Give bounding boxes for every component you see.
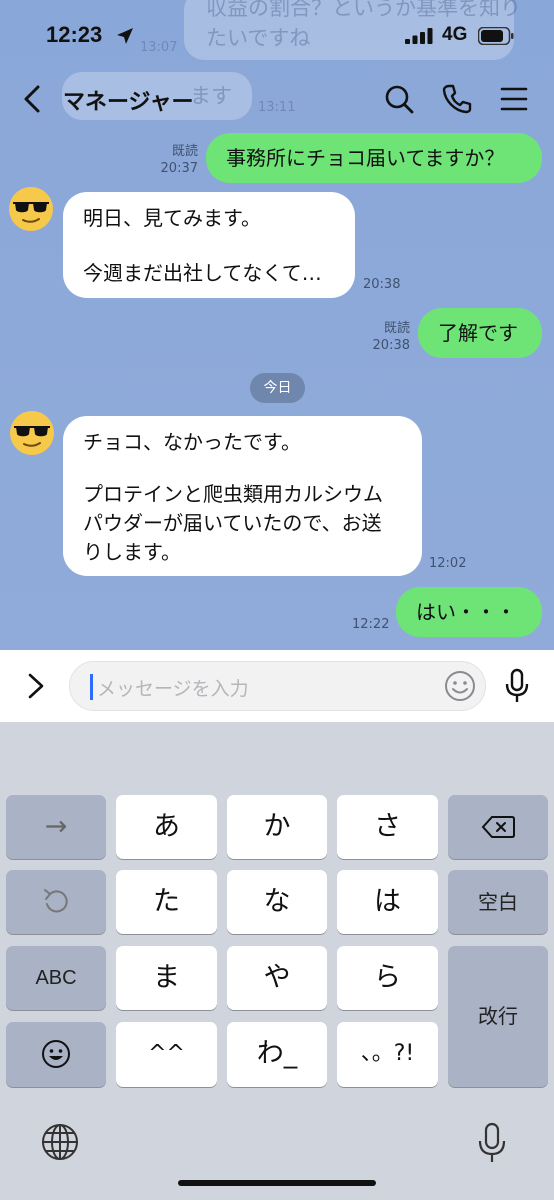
- key-a[interactable]: あ: [116, 795, 217, 859]
- key-backspace[interactable]: [448, 795, 548, 859]
- message-time: 20:37: [160, 161, 198, 176]
- message-meta: 既読 20:38: [362, 320, 410, 354]
- read-receipt: 既読: [383, 321, 410, 336]
- key-sa[interactable]: さ: [337, 795, 438, 859]
- read-receipt: 既読: [171, 144, 198, 159]
- key-undo[interactable]: [6, 870, 106, 934]
- chat-title[interactable]: マネージャー: [63, 84, 193, 116]
- location-arrow-icon: [117, 28, 133, 44]
- back-icon[interactable]: [20, 84, 44, 114]
- sunglasses-emoji-icon[interactable]: [9, 410, 55, 456]
- message-bubble-sent[interactable]: 了解です: [418, 308, 542, 358]
- message-bubble-received[interactable]: チョコ、なかったです。 プロテインと爬虫類用カルシウム パウダーが届いていたので…: [63, 416, 422, 576]
- undo-icon: [44, 889, 68, 913]
- message-meta: 既読 20:37: [150, 143, 198, 177]
- emoji-icon[interactable]: [444, 670, 476, 702]
- key-ya[interactable]: や: [227, 946, 327, 1010]
- status-bar: 12:23 4G: [0, 0, 554, 70]
- chat-header: マネージャー: [0, 72, 554, 126]
- status-time: 12:23: [46, 22, 103, 47]
- battery-icon: [478, 27, 514, 45]
- mic-icon[interactable]: [504, 668, 530, 704]
- message-bubble-sent[interactable]: 事務所にチョコ届いてますか？: [206, 133, 542, 183]
- message-text-line: パウダーが届いていたので、お送: [83, 511, 382, 535]
- key-ha[interactable]: は: [337, 870, 438, 934]
- key-na[interactable]: な: [227, 870, 327, 934]
- emoji-key-icon: [42, 1040, 70, 1068]
- signal-icon: [405, 28, 433, 44]
- key-space[interactable]: 空白: [448, 870, 548, 934]
- message-text: 事務所にチョコ届いてますか？: [226, 146, 505, 170]
- message-time: 20:38: [363, 277, 401, 292]
- key-ka[interactable]: か: [227, 795, 327, 859]
- home-indicator: [178, 1180, 376, 1186]
- message-bubble-received[interactable]: 明日、見てみます。 今週まだ出社してなくて…: [63, 192, 355, 298]
- key-punctuation[interactable]: 、。?!: [337, 1022, 438, 1087]
- key-wa[interactable]: わ_: [227, 1022, 327, 1087]
- key-arrow[interactable]: →: [6, 795, 106, 859]
- keyboard: → あ か さ た な は 空白 ABC ま や ら 改行 ^^ わ_ 、。?!: [0, 722, 554, 1200]
- message-time: 12:22: [352, 617, 390, 632]
- key-abc[interactable]: ABC: [6, 946, 106, 1010]
- key-emoji[interactable]: [6, 1022, 106, 1087]
- message-text-line: 明日、見てみます。: [83, 206, 261, 230]
- message-text-line: プロテインと爬虫類用カルシウム: [83, 482, 383, 506]
- message-text-line: りします。: [83, 540, 181, 564]
- date-divider: 今日: [250, 373, 305, 403]
- message-text: はい・・・: [416, 600, 516, 624]
- dictation-mic-icon[interactable]: [476, 1122, 508, 1164]
- search-icon[interactable]: [384, 84, 414, 114]
- expand-icon[interactable]: [26, 672, 46, 700]
- phone-icon[interactable]: [442, 84, 472, 114]
- network-label: 4G: [442, 24, 468, 45]
- backspace-icon: [481, 816, 515, 838]
- chat-area: 収益の割合？というか基準を知り たいですね 13:07 ます 13:11 12:…: [0, 0, 554, 650]
- message-input-placeholder: メッセージを入力: [97, 678, 249, 700]
- key-ta[interactable]: た: [116, 870, 217, 934]
- message-bubble-sent[interactable]: はい・・・: [396, 587, 542, 637]
- message-input[interactable]: メッセージを入力: [69, 661, 486, 711]
- message-text-line: チョコ、なかったです。: [83, 430, 301, 454]
- message-time: 12:02: [429, 556, 467, 571]
- message-time: 20:38: [372, 338, 410, 353]
- message-text: 了解です: [438, 321, 518, 345]
- key-ra[interactable]: ら: [337, 946, 438, 1010]
- key-ma[interactable]: ま: [116, 946, 217, 1010]
- globe-icon[interactable]: [40, 1122, 80, 1162]
- message-text-line: 今週まだ出社してなくて…: [83, 261, 322, 285]
- sunglasses-emoji-icon[interactable]: [8, 186, 54, 232]
- menu-icon[interactable]: [500, 86, 528, 112]
- message-input-bar: メッセージを入力: [0, 650, 554, 722]
- key-return[interactable]: 改行: [448, 946, 548, 1087]
- key-kaomoji[interactable]: ^^: [116, 1022, 217, 1087]
- text-caret: [90, 674, 93, 700]
